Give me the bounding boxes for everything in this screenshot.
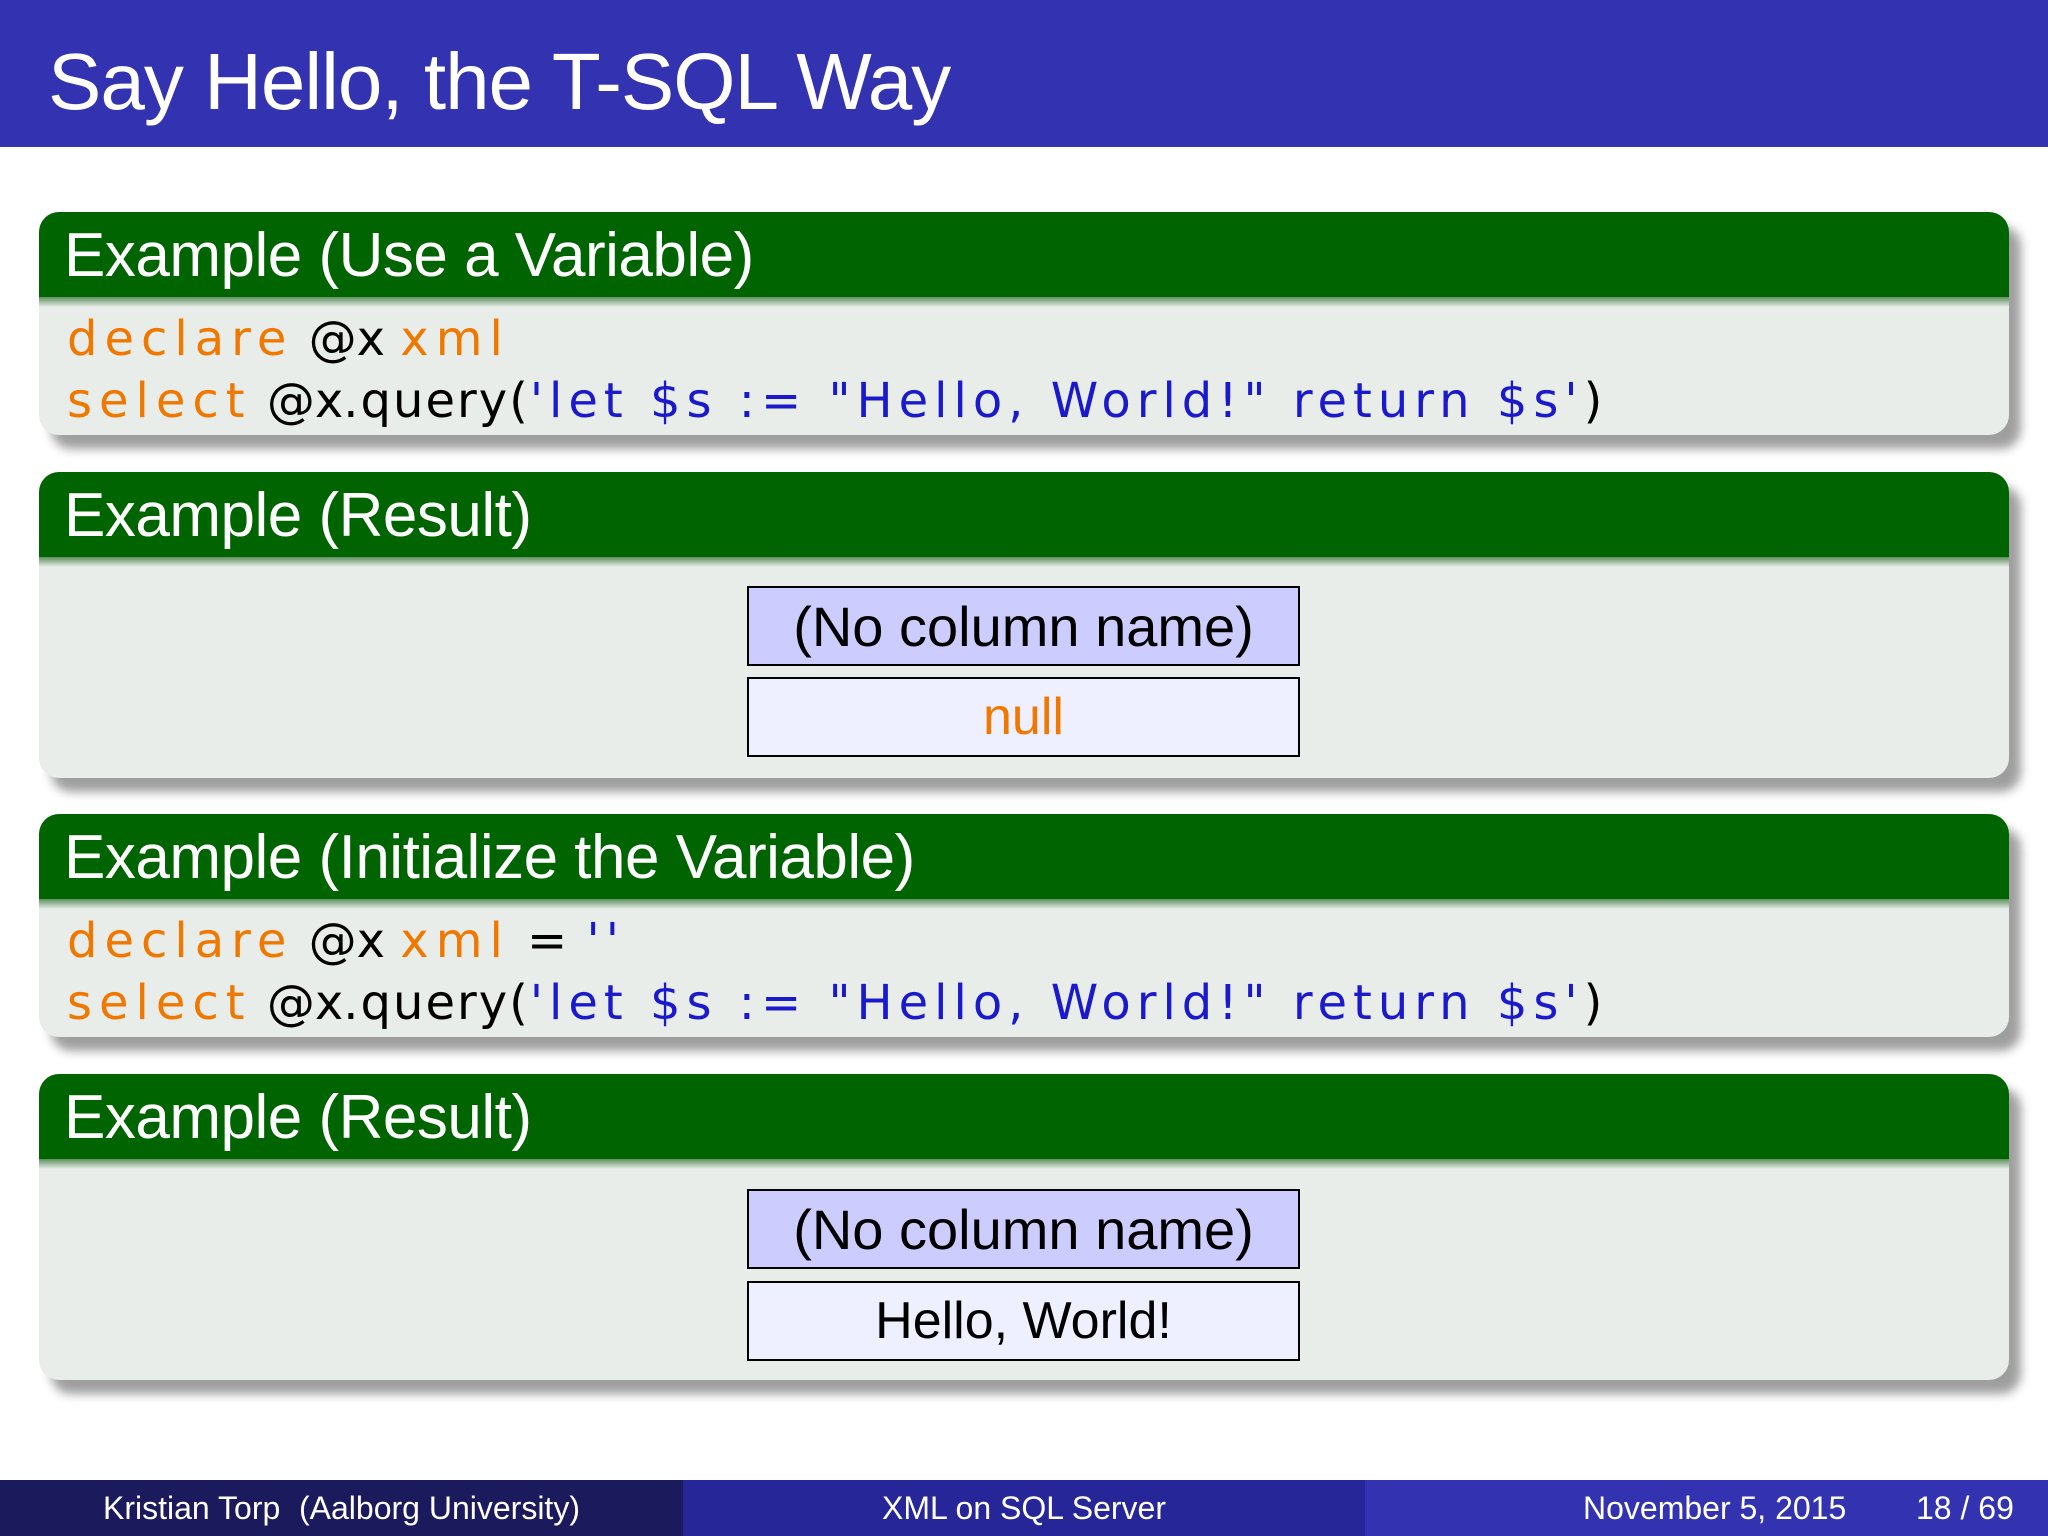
column-header: (No column name) xyxy=(747,1189,1300,1269)
slide-footer: Kristian Torp (Aalborg University) XML o… xyxy=(0,1480,2048,1536)
code-line: select @x.query('let $s := "Hello, World… xyxy=(67,373,1604,429)
code-token-plain: = xyxy=(509,913,587,969)
code-token-var: @x xyxy=(251,373,344,429)
block-header: Example (Initialize the Variable) xyxy=(39,814,2009,909)
code-token-str: 'let $s := "Hello, World!" return $s' xyxy=(529,373,1584,429)
code-token-var: @x xyxy=(251,975,344,1031)
block-title: Example (Result) xyxy=(64,481,532,550)
footer-page-number: 18 / 69 xyxy=(1916,1489,2014,1526)
code-token-kw: xml xyxy=(400,311,510,367)
code-token-kw: select xyxy=(67,373,252,429)
footer-talk-title: XML on SQL Server xyxy=(882,1489,1166,1526)
block-header: Example (Result) xyxy=(39,1074,2009,1169)
code-token-str: '' xyxy=(586,913,625,969)
code-line: declare @x xml = '' xyxy=(67,913,625,969)
code-line: declare @x xml xyxy=(67,311,510,367)
code-line: select @x.query('let $s := "Hello, World… xyxy=(67,975,1604,1031)
code-token-plain: .query( xyxy=(343,975,530,1031)
footer-date: November 5, 2015 xyxy=(1583,1489,1847,1526)
code-token-var: @x xyxy=(293,311,401,367)
footer-date-section: November 5, 2015 18 / 69 xyxy=(1365,1480,2048,1536)
footer-author-section: Kristian Torp (Aalborg University) xyxy=(0,1480,683,1536)
example-block-use-variable: Example (Use a Variable) declare @x xml … xyxy=(39,212,2009,435)
slide-title: Say Hello, the T-SQL Way xyxy=(48,37,951,126)
code-token-kw: select xyxy=(67,975,252,1031)
block-title: Example (Initialize the Variable) xyxy=(64,823,915,892)
block-title: Example (Result) xyxy=(64,1083,532,1152)
block-header: Example (Use a Variable) xyxy=(39,212,2009,307)
code-token-kw: declare xyxy=(67,913,294,969)
footer-author: Kristian Torp xyxy=(103,1489,281,1526)
footer-affiliation: (Aalborg University) xyxy=(299,1489,580,1526)
code-token-var: @x xyxy=(293,913,401,969)
code-token-str: 'let $s := "Hello, World!" return $s' xyxy=(529,975,1584,1031)
result-cell-hello-world: Hello, World! xyxy=(747,1281,1300,1361)
slide-title-bar: Say Hello, the T-SQL Way xyxy=(0,0,2048,147)
code-token-plain: ) xyxy=(1583,975,1605,1031)
block-header: Example (Result) xyxy=(39,472,2009,567)
code-token-kw: xml xyxy=(400,913,510,969)
column-header: (No column name) xyxy=(747,586,1300,666)
footer-title-section: XML on SQL Server xyxy=(683,1480,1365,1536)
code-token-kw: declare xyxy=(67,311,294,367)
block-title: Example (Use a Variable) xyxy=(64,221,754,290)
result-cell-null: null xyxy=(747,677,1300,757)
example-block-initialize-variable: Example (Initialize the Variable) declar… xyxy=(39,814,2009,1037)
code-token-plain: .query( xyxy=(343,373,530,429)
code-token-plain: ) xyxy=(1583,373,1605,429)
